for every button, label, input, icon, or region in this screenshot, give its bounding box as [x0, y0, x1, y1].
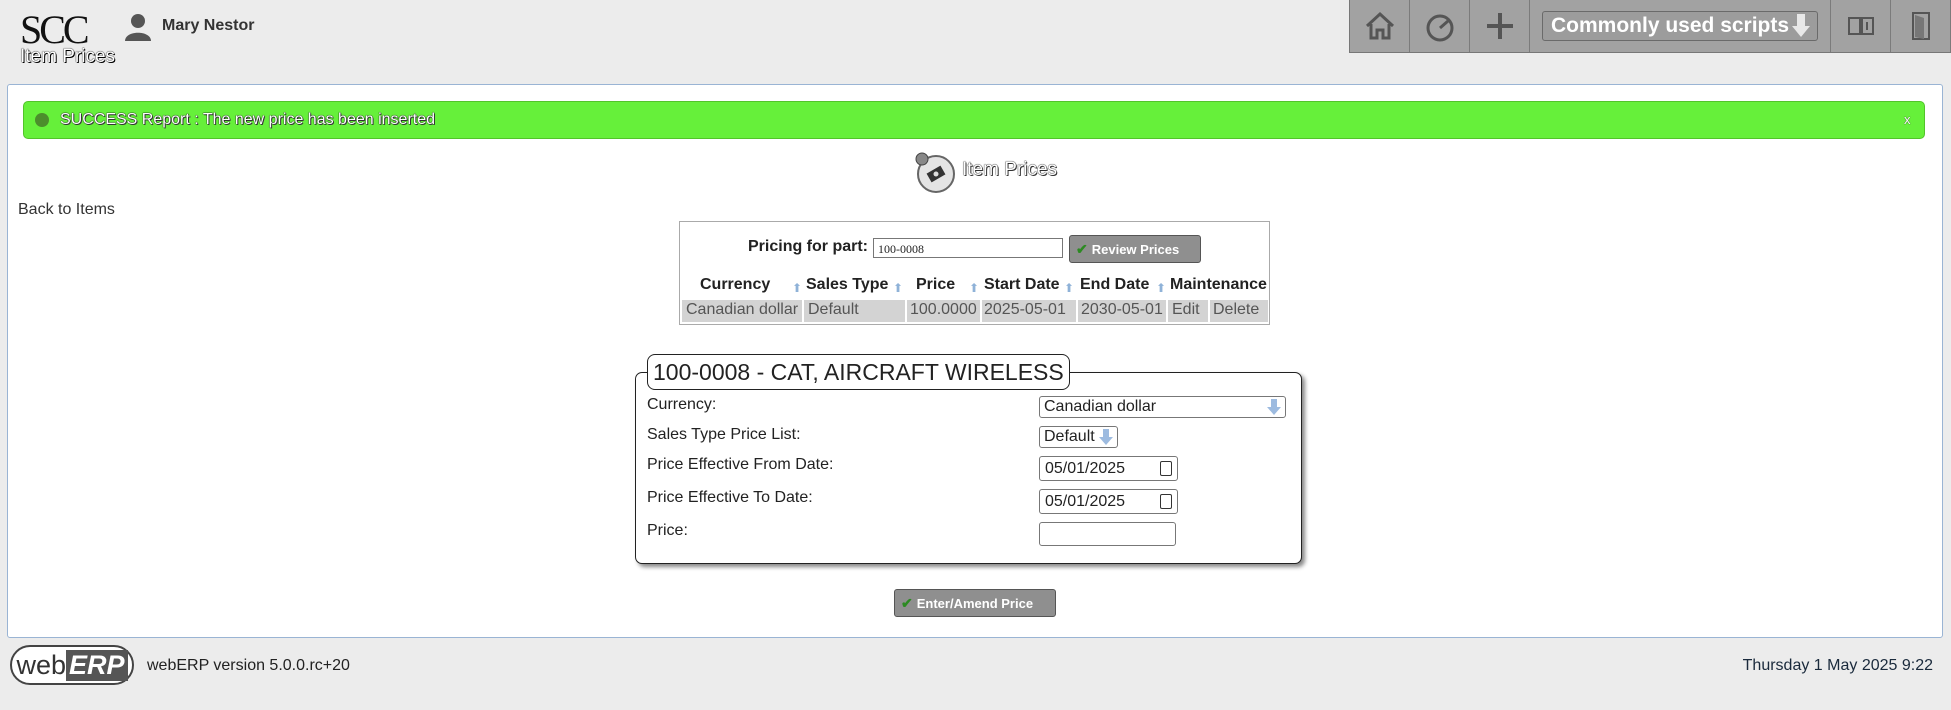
arrow-down-icon: [1267, 398, 1281, 415]
logout-button[interactable]: [1891, 0, 1951, 52]
commonly-used-scripts-select[interactable]: Commonly used scripts: [1542, 11, 1818, 41]
edit-link[interactable]: Edit: [1172, 301, 1200, 319]
to-date-label: Price Effective To Date:: [647, 489, 813, 506]
calendar-icon[interactable]: [1160, 461, 1172, 476]
currency-select-value: Canadian dollar: [1044, 398, 1157, 415]
weberp-logo-web: web: [16, 649, 66, 680]
column-header-sales-type[interactable]: Sales Type: [806, 276, 888, 294]
page-title: Item Prices: [962, 159, 1058, 180]
from-date-input[interactable]: 05/01/2025: [1039, 456, 1178, 481]
arrow-down-icon: [1099, 428, 1113, 445]
weberp-logo[interactable]: web ERP: [10, 645, 134, 685]
pricing-for-part-label: Pricing for part:: [748, 238, 869, 255]
dashboard-icon: [1426, 14, 1453, 42]
column-header-start-date[interactable]: Start Date: [984, 276, 1060, 294]
to-date-input[interactable]: 05/01/2025: [1039, 489, 1178, 514]
column-header-maintenance: Maintenance: [1170, 276, 1267, 293]
sort-arrow-icon[interactable]: ⬆: [1156, 281, 1166, 295]
sort-arrow-icon[interactable]: ⬆: [792, 281, 802, 295]
column-header-currency[interactable]: Currency: [700, 276, 770, 294]
part-input[interactable]: 100-0008: [873, 238, 1063, 258]
check-icon: ✔: [901, 594, 913, 611]
scripts-select-label: Commonly used scripts: [1551, 14, 1790, 37]
cell-sales-type: Default: [808, 301, 859, 318]
item-prices-icon: [915, 152, 955, 193]
logout-icon: [1911, 12, 1930, 40]
sort-arrow-icon[interactable]: ⬆: [893, 281, 903, 295]
form-legend: 100-0008 - CAT, AIRCRAFT WIRELESS: [647, 354, 1070, 390]
check-icon: ✔: [1076, 240, 1088, 257]
cell-start-date: 2025-05-01: [984, 301, 1066, 318]
version-text: webERP version 5.0.0.rc+20: [147, 657, 350, 674]
datetime-text: Thursday 1 May 2025 9:22: [1742, 657, 1933, 674]
add-button[interactable]: [1470, 0, 1530, 52]
success-message-text: SUCCESS Report : The new price has been …: [60, 111, 436, 128]
toolbar: Commonly used scripts: [1349, 0, 1951, 53]
sales-type-select[interactable]: Default: [1039, 426, 1118, 448]
delete-link[interactable]: Delete: [1213, 301, 1259, 319]
cell-currency: Canadian dollar: [686, 301, 799, 318]
sales-type-select-value: Default: [1044, 428, 1095, 445]
enter-amend-price-button[interactable]: ✔ Enter/Amend Price: [894, 589, 1056, 617]
calendar-icon[interactable]: [1160, 494, 1172, 509]
sales-type-label: Sales Type Price List:: [647, 426, 801, 443]
from-date-label: Price Effective From Date:: [647, 456, 834, 473]
price-label: Price:: [647, 522, 688, 539]
currency-label: Currency:: [647, 396, 717, 413]
user-name[interactable]: Mary Nestor: [162, 17, 254, 35]
price-input[interactable]: [1039, 522, 1176, 546]
sort-arrow-icon[interactable]: ⬆: [1064, 281, 1074, 295]
page-subtitle: Item Prices: [20, 46, 116, 67]
column-header-price[interactable]: Price: [916, 276, 955, 294]
manual-button[interactable]: [1831, 0, 1891, 52]
check-circle-icon: [35, 113, 49, 127]
review-prices-label: Review Prices: [1091, 241, 1180, 257]
weberp-logo-erp: ERP: [66, 649, 128, 681]
sort-arrow-icon[interactable]: ⬆: [969, 281, 979, 295]
column-header-end-date[interactable]: End Date: [1080, 276, 1149, 294]
back-to-items-link[interactable]: Back to Items: [18, 201, 115, 219]
to-date-value: 05/01/2025: [1045, 492, 1126, 510]
currency-select[interactable]: Canadian dollar: [1039, 396, 1286, 418]
review-prices-button[interactable]: ✔ Review Prices: [1069, 235, 1201, 263]
arrow-down-icon: [1792, 14, 1810, 37]
home-icon: [1365, 11, 1394, 40]
user-icon: [125, 14, 151, 41]
plus-icon: [1486, 13, 1513, 39]
dashboard-button[interactable]: [1410, 0, 1470, 52]
manual-icon: [1847, 17, 1874, 35]
home-button[interactable]: [1350, 0, 1410, 52]
enter-amend-price-label: Enter/Amend Price: [916, 595, 1034, 611]
cell-end-date: 2030-05-01: [1081, 301, 1163, 318]
scripts-menu: Commonly used scripts: [1530, 0, 1831, 52]
cell-price: 100.0000: [910, 301, 977, 318]
from-date-value: 05/01/2025: [1045, 459, 1126, 477]
close-icon[interactable]: x: [1904, 112, 1911, 127]
